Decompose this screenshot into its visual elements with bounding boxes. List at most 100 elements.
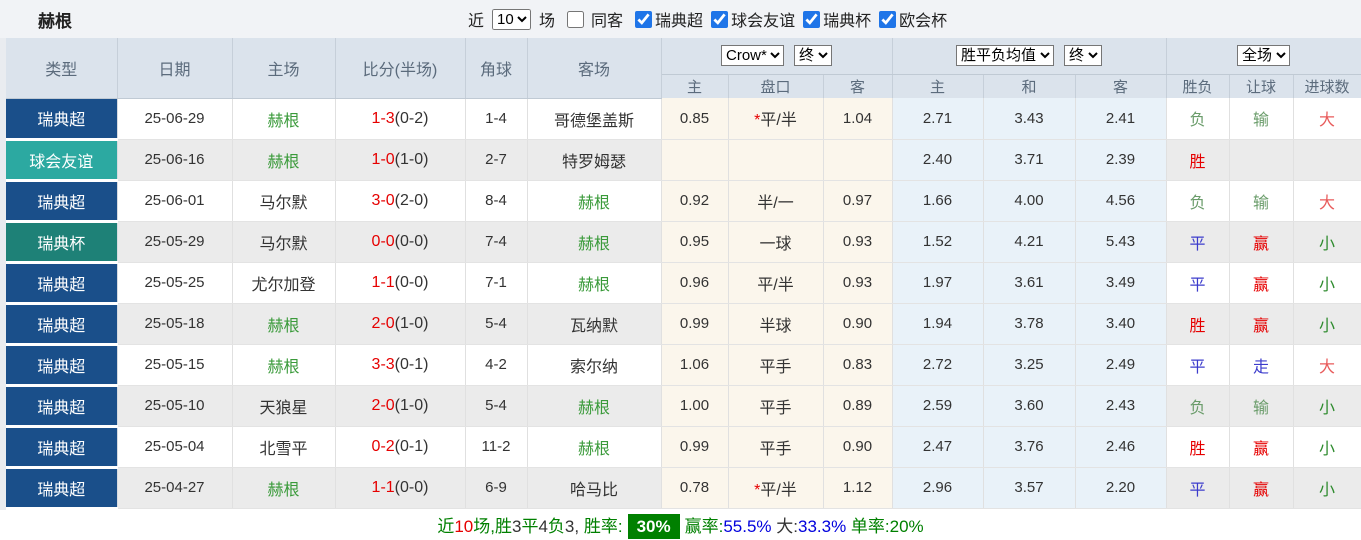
cell-score: 1-1(0-0) [335, 467, 466, 509]
ah-line-text: 平手 [759, 440, 792, 458]
home-team-name: 马尔默 [259, 194, 308, 212]
europe-odds-select[interactable]: 胜平负均值 [956, 45, 1055, 67]
subcol-goals: 进球数 [1293, 74, 1361, 98]
cell-handicap-result: 赢 [1229, 303, 1294, 345]
halftime-score: (1-0) [394, 150, 429, 168]
cell-score: 2-0(1-0) [335, 303, 466, 345]
halftime-score: (0-0) [394, 478, 429, 496]
cell-handicap-result: 走 [1229, 344, 1294, 386]
cell-home-team: 赫根 [232, 344, 336, 386]
match-history-table: 类型 日期 主场 比分(半场) 角球 客场 Crow*终 胜平负均值终 全场 [6, 38, 1361, 510]
away-team-name: 赫根 [577, 194, 610, 212]
footer-stat-segment: 平 [521, 517, 539, 537]
cell-goals-result [1293, 139, 1361, 181]
fulltime-score: 2-0 [371, 396, 395, 414]
cell-score: 3-3(0-1) [335, 344, 466, 386]
cell-away-team: 哈马比 [527, 467, 662, 509]
cell-ah-home-odds: 0.78 [661, 467, 729, 509]
cell-date: 25-04-27 [117, 467, 233, 509]
cell-home-team: 北雪平 [232, 426, 336, 468]
halftime-score: (0-1) [394, 437, 429, 455]
same-away-checkbox[interactable] [567, 10, 585, 28]
subcol-ah-home: 主 [661, 74, 729, 98]
europe-state-select[interactable]: 终 [1064, 45, 1103, 67]
cell-date: 25-06-01 [117, 180, 233, 222]
home-team-name: 赫根 [267, 481, 300, 499]
cell-eu-away-odds: 2.46 [1075, 426, 1167, 468]
same-away-label: 同客 [591, 13, 624, 30]
filter-checkbox-friendly[interactable] [711, 10, 729, 28]
cell-eu-away-odds: 3.40 [1075, 303, 1167, 345]
cell-wdl-result: 胜 [1166, 303, 1230, 345]
cell-ah-line: 平手 [728, 344, 824, 386]
ah-line-text: 一球 [759, 235, 792, 253]
cell-date: 25-05-10 [117, 385, 233, 427]
cell-score: 1-3(0-2) [335, 98, 466, 140]
cell-away-team: 赫根 [527, 221, 662, 263]
cell-corners: 5-4 [465, 303, 528, 345]
cell-corners: 1-4 [465, 98, 528, 140]
ah-line-text: 平手 [759, 399, 792, 417]
subcol-eu-home: 主 [892, 74, 984, 98]
cell-wdl-result: 平 [1166, 344, 1230, 386]
cell-eu-away-odds: 2.39 [1075, 139, 1167, 181]
home-team-name: 赫根 [267, 317, 300, 335]
filter-checkbox-cup[interactable] [803, 10, 821, 28]
cell-ah-home-odds: 0.96 [661, 262, 729, 304]
cell-goals-result: 大 [1293, 180, 1361, 222]
cell-away-team: 赫根 [527, 180, 662, 222]
ah-line-text: 平/半 [760, 481, 797, 499]
cell-away-team: 赫根 [527, 385, 662, 427]
match-rows: 瑞典超 25-06-29 赫根 1-3(0-2) 1-4 哥德堡盖斯 0.85 … [6, 97, 1361, 510]
footer-stat-segment: 场, [473, 517, 495, 537]
filter-checkbox-league[interactable] [635, 10, 653, 28]
cell-ah-home-odds: 0.99 [661, 426, 729, 468]
cell-handicap-result: 输 [1229, 98, 1294, 140]
home-team-name: 赫根 [267, 153, 300, 171]
page-title: 赫根 [38, 11, 72, 31]
cell-corners: 7-1 [465, 262, 528, 304]
cell-away-team: 哥德堡盖斯 [527, 98, 662, 140]
cell-eu-home-odds: 1.52 [892, 221, 984, 263]
cell-wdl-result: 负 [1166, 180, 1230, 222]
cell-ah-away-odds: 0.90 [823, 426, 893, 468]
cell-corners: 11-2 [465, 426, 528, 468]
cell-handicap-result: 赢 [1229, 262, 1294, 304]
cell-league-type: 瑞典超 [6, 302, 118, 346]
filter-checkbox-conference[interactable] [879, 10, 897, 28]
table-row: 瑞典超 25-05-18 赫根 2-0(1-0) 5-4 瓦纳默 0.99 半球… [6, 302, 1361, 346]
home-team-name: 尤尔加登 [251, 276, 316, 294]
ah-line-text: 半/一 [757, 194, 794, 212]
cell-date: 25-05-04 [117, 426, 233, 468]
cell-ah-line: 平手 [728, 426, 824, 468]
ah-line-text: 平/半 [760, 112, 797, 130]
bookmaker-select[interactable]: Crow* [721, 45, 784, 67]
footer-stat-segment: 3 [564, 517, 575, 537]
cell-eu-draw-odds: 3.57 [983, 467, 1076, 509]
scope-select[interactable]: 全场 [1237, 45, 1291, 67]
recent-count-select[interactable]: 10 [492, 8, 532, 30]
fulltime-score: 1-3 [371, 109, 395, 127]
match-history-panel: 赫根 近 10 场 同客 瑞典超 球会友谊 瑞典杯 欧会杯 类型 日期 主场 比… [0, 0, 1361, 540]
filter-label-cup: 瑞典杯 [823, 13, 872, 30]
fulltime-score: 0-2 [371, 437, 395, 455]
table-row: 瑞典超 25-06-29 赫根 1-3(0-2) 1-4 哥德堡盖斯 0.85 … [6, 97, 1361, 141]
cell-goals-result: 大 [1293, 98, 1361, 140]
top-bar: 赫根 近 10 场 同客 瑞典超 球会友谊 瑞典杯 欧会杯 [0, 0, 1361, 38]
cell-eu-draw-odds: 3.76 [983, 426, 1076, 468]
footer-stat-segment: 10 [454, 517, 474, 537]
cell-ah-line: *平/半 [728, 467, 824, 509]
table-row: 瑞典超 25-05-15 赫根 3-3(0-1) 4-2 索尔纳 1.06 平手… [6, 343, 1361, 387]
table-row: 瑞典超 25-05-25 尤尔加登 1-1(0-0) 7-1 赫根 0.96 平… [6, 261, 1361, 305]
cell-wdl-result: 负 [1166, 385, 1230, 427]
cell-eu-draw-odds: 4.00 [983, 180, 1076, 222]
cell-ah-away-odds: 0.97 [823, 180, 893, 222]
cell-goals-result: 小 [1293, 385, 1361, 427]
fulltime-score: 2-0 [371, 314, 395, 332]
cell-goals-result: 小 [1293, 467, 1361, 509]
cell-eu-draw-odds: 3.78 [983, 303, 1076, 345]
cell-score: 1-1(0-0) [335, 262, 466, 304]
bookmaker-state-select[interactable]: 终 [794, 45, 832, 67]
cell-eu-home-odds: 1.94 [892, 303, 984, 345]
cell-eu-away-odds: 4.56 [1075, 180, 1167, 222]
